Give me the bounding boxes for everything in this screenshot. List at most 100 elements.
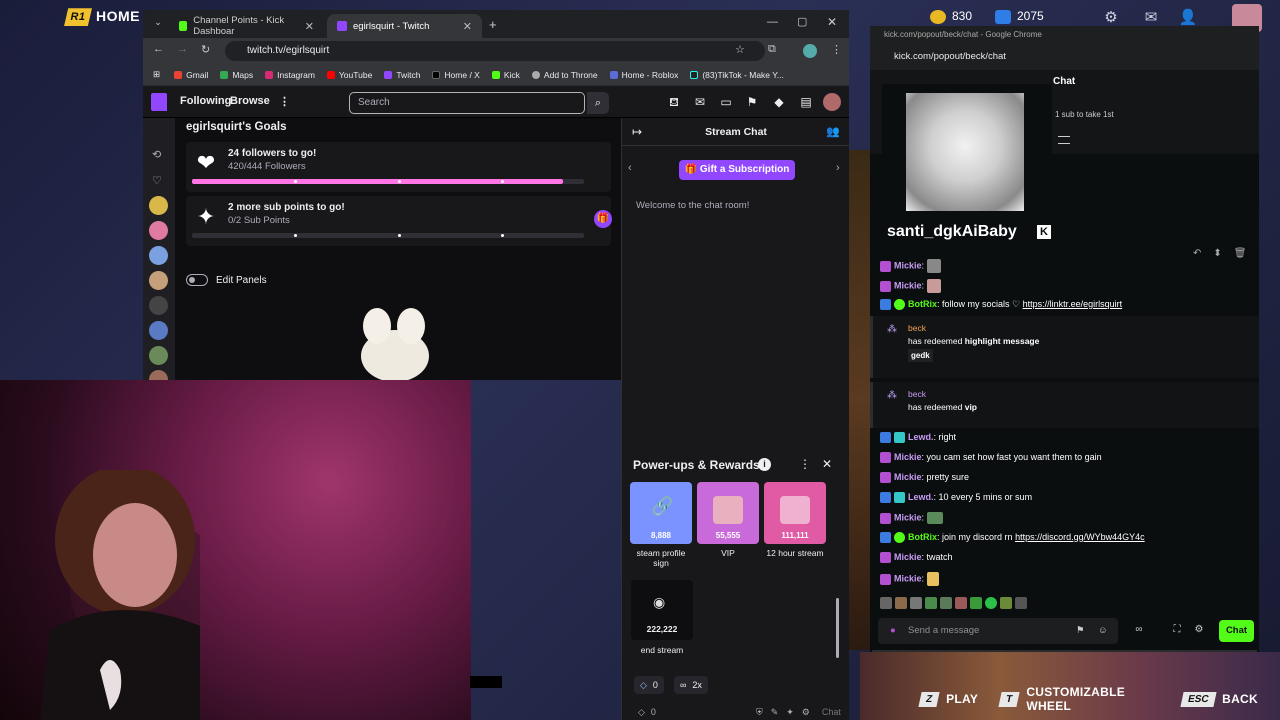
bookmark-youtube[interactable]: YouTube (326, 70, 372, 80)
chat-link[interactable]: https://linktr.ee/egirlsquirt (1023, 299, 1123, 309)
bookmark-tiktok[interactable]: (83)TikTok - Make Y... (690, 70, 784, 80)
community-icon[interactable]: 👥 (826, 125, 840, 138)
channel-avatar[interactable] (149, 221, 168, 240)
bookmark-x[interactable]: Home / X (432, 70, 480, 80)
pin-icon[interactable]: ⬍ (1213, 248, 1221, 259)
chat-username[interactable]: Mickie (894, 452, 922, 462)
gear-icon[interactable]: ⚙ (802, 707, 810, 718)
edit-panels-toggle[interactable]: Edit Panels (186, 274, 267, 286)
emoji-icon[interactable]: ☺ (1098, 618, 1108, 644)
tab-kick-dashboard[interactable]: Channel Points - Kick Dashboar ✕ (169, 14, 324, 38)
window-close-icon[interactable]: ✕ (827, 15, 837, 29)
toggle-switch[interactable] (186, 274, 208, 286)
bookmark-maps[interactable]: Maps (220, 70, 253, 80)
gift-icon[interactable]: ⛶ (1170, 624, 1184, 638)
settings-icon[interactable]: ⚙ (1192, 624, 1206, 638)
channel-avatar[interactable] (149, 271, 168, 290)
reply-icon[interactable]: ↶ (1193, 248, 1201, 259)
mail-icon[interactable]: ✉ (1141, 8, 1161, 28)
maximize-icon[interactable]: ▢ (797, 15, 807, 28)
back-arrow-icon[interactable]: ← (153, 43, 164, 55)
chat-username[interactable]: Mickie (894, 512, 922, 522)
menu-lines-icon[interactable] (1058, 136, 1070, 144)
menu-kebab-icon[interactable]: ⋮ (831, 43, 842, 56)
chat-username[interactable]: Mickie (894, 573, 922, 583)
following-link[interactable]: Following (180, 95, 231, 107)
close-icon[interactable]: ✕ (822, 457, 832, 471)
emote-icon[interactable] (925, 597, 937, 609)
reward-card-steam[interactable]: 🔗 8,888 (630, 482, 692, 544)
apps-icon[interactable]: ⊞ (153, 69, 160, 80)
kick-chat-send-button[interactable]: Chat (1219, 620, 1254, 642)
forward-arrow-icon[interactable]: → (177, 43, 188, 55)
browse-link[interactable]: Browse (230, 95, 270, 107)
channel-avatar[interactable] (149, 321, 168, 340)
channel-avatar[interactable] (149, 246, 168, 265)
tab-twitch[interactable]: egirlsquirt - Twitch ✕ (327, 14, 482, 38)
minimize-icon[interactable]: — (767, 16, 778, 28)
emote-icon[interactable] (970, 597, 982, 609)
gift-subscription-button[interactable]: 🎁 Gift a Subscription (679, 160, 795, 180)
redeem-user[interactable]: beck (908, 389, 926, 399)
emote-icon[interactable] (910, 597, 922, 609)
settings-icon[interactable]: ⚙ (1101, 8, 1121, 28)
trash-icon[interactable]: 🗑 (1234, 248, 1247, 259)
back-button[interactable]: BACK (1222, 692, 1258, 706)
chat-username[interactable]: BotRix (908, 532, 937, 542)
channel-avatar[interactable] (149, 196, 168, 215)
emote-icon[interactable] (955, 597, 967, 609)
chat-username[interactable]: Mickie (894, 260, 922, 270)
gift-icon[interactable]: 🎁 (594, 210, 612, 228)
chat-username[interactable]: Lewd. (908, 432, 934, 442)
user-avatar[interactable] (823, 93, 841, 111)
more-kebab-icon[interactable]: ⋮ (799, 457, 811, 471)
reward-card-vip[interactable]: 55,555 (697, 482, 759, 544)
whispers-icon[interactable]: ▭ (718, 95, 734, 111)
chat-username[interactable]: Mickie (894, 472, 922, 482)
tab-search-icon[interactable]: ⌄ (151, 17, 165, 31)
collapse-icon[interactable]: ⟲ (152, 148, 161, 161)
chat-username[interactable]: Mickie (894, 280, 922, 290)
link-icon[interactable]: ∞ (1132, 624, 1146, 638)
url-bar[interactable]: twitch.tv/egirlsquirt (225, 41, 765, 61)
get-ad-free-icon[interactable]: ▤ (798, 95, 814, 111)
emote-icon[interactable] (895, 597, 907, 609)
close-icon[interactable]: ✕ (305, 20, 314, 33)
chat-username[interactable]: Lewd. (908, 492, 934, 502)
bits-icon[interactable]: ◆ (771, 95, 787, 111)
info-icon[interactable]: i (758, 458, 771, 471)
customizable-wheel-button[interactable]: CUSTOMIZABLE WHEEL (1026, 685, 1159, 713)
emote-icon[interactable] (880, 597, 892, 609)
channel-avatar[interactable] (149, 346, 168, 365)
reward-card-end-stream[interactable]: ◉ 222,222 (631, 580, 693, 640)
inventory-icon[interactable]: ⛾ (666, 95, 682, 111)
search-icon[interactable]: ⌕ (587, 92, 609, 114)
channel-points-button[interactable]: ◇ 0 (634, 676, 664, 694)
play-button[interactable]: PLAY (946, 692, 978, 706)
new-tab-icon[interactable]: + (489, 17, 497, 32)
game-home-button[interactable]: R1 HOME (64, 8, 140, 27)
pencil-icon[interactable]: ✎ (771, 707, 779, 718)
kick-emote-icon[interactable]: ⚑ (1076, 618, 1085, 644)
reload-icon[interactable]: ↻ (201, 43, 210, 56)
shield-icon[interactable]: ⛨ (756, 707, 763, 718)
search-input[interactable]: Search (349, 92, 585, 114)
twitch-logo-icon[interactable] (151, 93, 167, 111)
redeem-user[interactable]: beck (908, 323, 926, 333)
emote-icon[interactable] (1000, 597, 1012, 609)
kick-message-input[interactable]: ● Send a message ⚑ ☺ (878, 618, 1118, 644)
friends-icon[interactable]: 👤 (1178, 8, 1198, 28)
more-kebab-icon[interactable]: ⋮ (279, 95, 290, 108)
bits-icon[interactable]: ✦ (786, 707, 794, 718)
bookmark-instagram[interactable]: Instagram (265, 70, 315, 80)
bookmark-kick[interactable]: Kick (491, 70, 520, 80)
bookmark-star-icon[interactable]: ☆ (735, 43, 745, 56)
chat-link[interactable]: https://discord.gg/WYbw44GY4c (1015, 532, 1145, 542)
chevron-right-icon[interactable]: › (836, 162, 840, 174)
multiplier-button[interactable]: ∞ 2x (674, 676, 708, 694)
kick-url-text[interactable]: kick.com/popout/beck/chat (894, 51, 1006, 62)
chat-send-button[interactable]: Chat (822, 707, 841, 717)
chat-username[interactable]: BotRix (908, 299, 937, 309)
prime-icon[interactable]: ⚑ (744, 95, 760, 111)
reward-card-12h[interactable]: 111,111 (764, 482, 826, 544)
